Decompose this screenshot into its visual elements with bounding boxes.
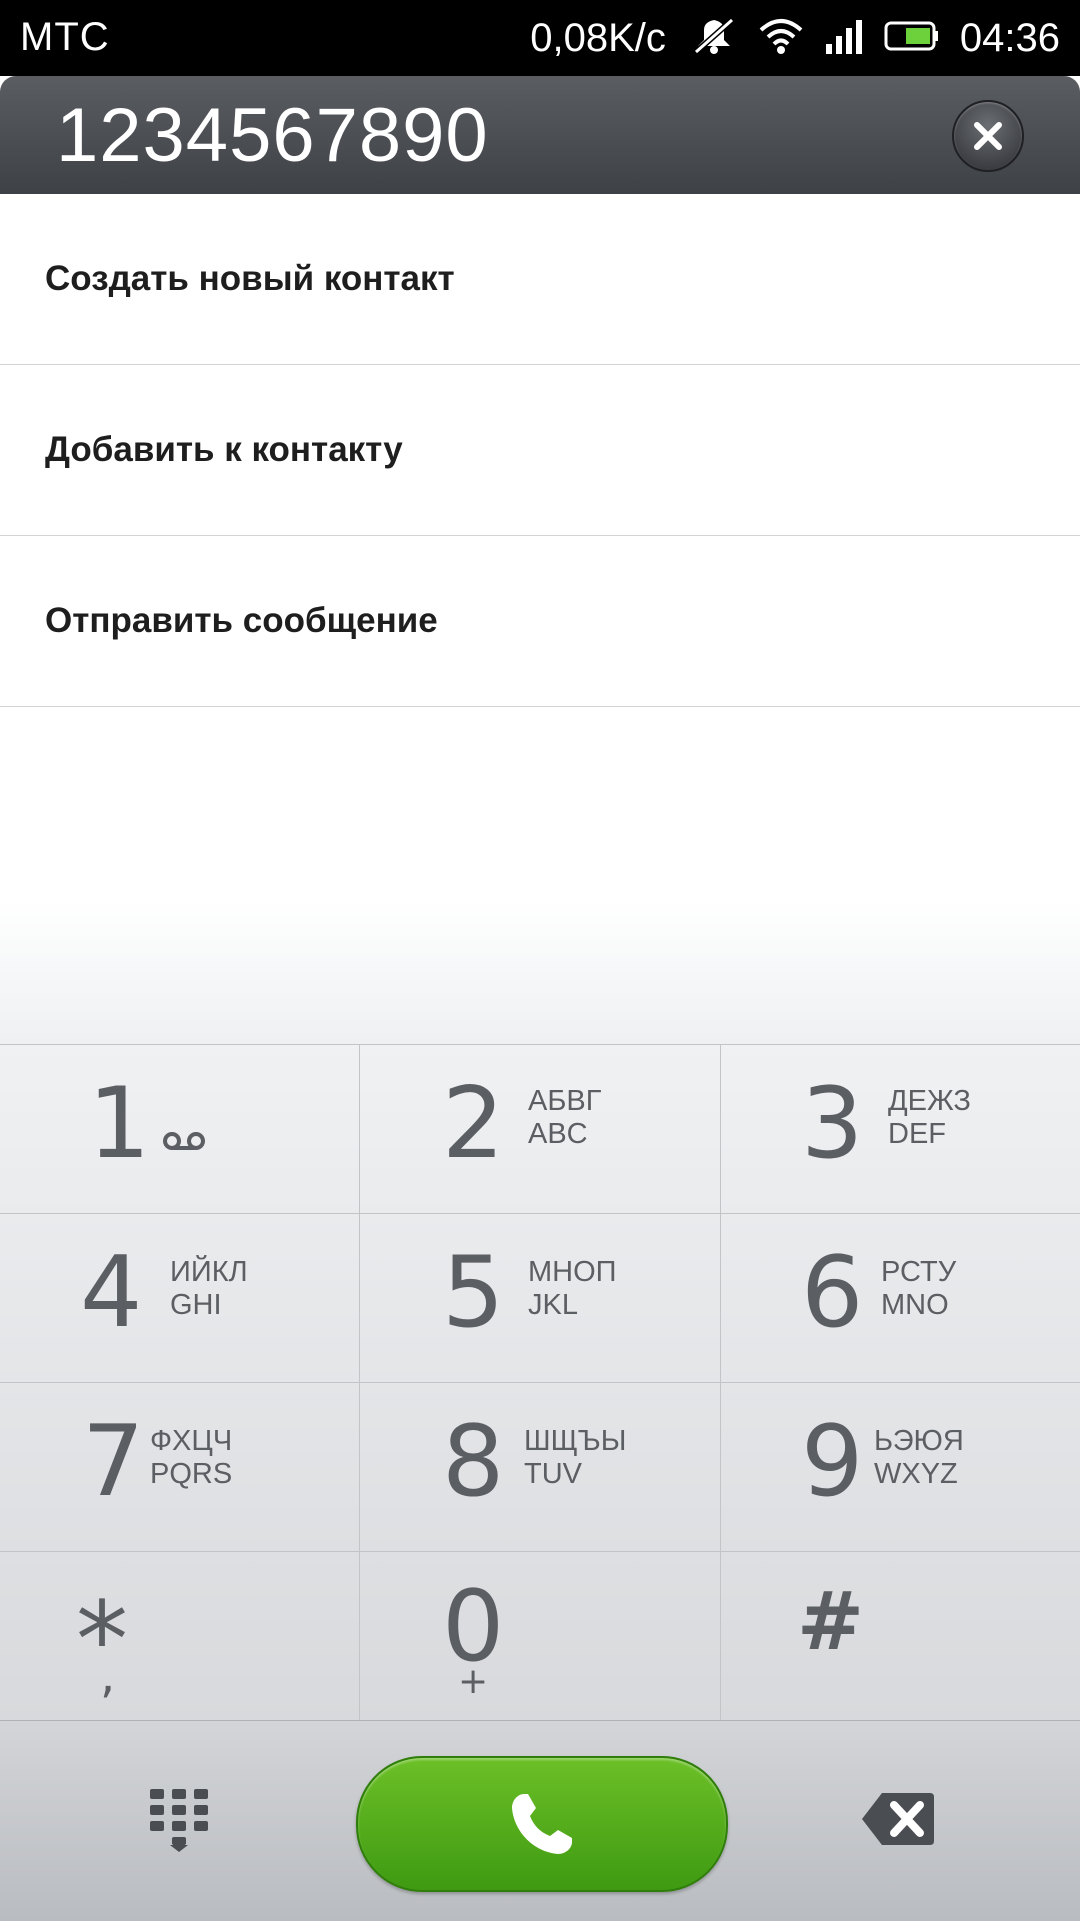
send-message-option[interactable]: Отправить сообщение: [0, 536, 1080, 707]
key-digit: 4: [80, 1236, 143, 1350]
backspace-icon: [862, 1793, 934, 1845]
dial-keypad: 1 2 АБВГ ABC 3 ДЕЖЗ DEF 4 ИЙКЛ GHI 5 МНО…: [0, 1044, 1080, 1721]
key-0[interactable]: 0 +: [360, 1552, 721, 1721]
key-letters: ДЕЖЗ DEF: [888, 1085, 971, 1151]
key-letters: АБВГ ABC: [528, 1085, 601, 1151]
dialer-action-bar: [0, 1720, 1080, 1921]
key-star[interactable]: * ,: [0, 1552, 360, 1721]
key-digit: 7: [82, 1405, 145, 1519]
key-letters: ФХЦЧ PQRS: [150, 1425, 232, 1491]
status-right: 0,08K/c 04:36: [530, 0, 1060, 76]
key-letters-ru: ИЙКЛ: [170, 1256, 248, 1288]
key-letters: РСТУ MNO: [881, 1256, 956, 1322]
key-2[interactable]: 2 АБВГ ABC: [360, 1045, 721, 1214]
key-letters-en: JKL: [528, 1289, 578, 1321]
status-bar: МТС 0,08K/c 04:36: [0, 0, 1080, 76]
key-letters: ШЩЪЫ TUV: [524, 1425, 626, 1491]
create-contact-option[interactable]: Создать новый контакт: [0, 194, 1080, 365]
key-sub: +: [458, 1661, 489, 1702]
net-speed: 0,08K/c: [530, 15, 666, 60]
key-letters: МНОП JKL: [528, 1256, 617, 1322]
key-letters-ru: ЬЭЮЯ: [874, 1425, 964, 1457]
clear-number-button[interactable]: [952, 100, 1024, 172]
dialed-number[interactable]: 1234567890: [56, 92, 489, 179]
keypad-fade: [0, 900, 1080, 1045]
key-letters-ru: МНОП: [528, 1256, 617, 1288]
battery-icon: [884, 20, 940, 57]
key-letters-en: GHI: [170, 1289, 222, 1321]
signal-icon: [824, 16, 864, 61]
key-letters-ru: ДЕЖЗ: [888, 1085, 971, 1117]
key-letters-en: WXYZ: [874, 1458, 958, 1490]
phone-icon: [512, 1794, 572, 1854]
call-button[interactable]: [356, 1756, 728, 1892]
key-digit: 1: [88, 1067, 151, 1181]
number-header: 1234567890: [0, 76, 1080, 194]
voicemail-icon: [162, 1130, 206, 1157]
mute-icon: [690, 16, 738, 61]
key-letters-en: ABC: [528, 1118, 588, 1150]
clock: 04:36: [959, 15, 1060, 60]
key-letters: ЬЭЮЯ WXYZ: [874, 1425, 964, 1491]
key-letters-ru: АБВГ: [528, 1085, 602, 1117]
key-sub: ,: [100, 1648, 116, 1704]
key-digit: 2: [442, 1067, 505, 1181]
key-letters-en: DEF: [888, 1118, 946, 1150]
add-to-contact-option[interactable]: Добавить к контакту: [0, 365, 1080, 536]
carrier-name: МТС: [20, 15, 110, 59]
key-5[interactable]: 5 МНОП JKL: [360, 1214, 721, 1383]
key-3[interactable]: 3 ДЕЖЗ DEF: [721, 1045, 1080, 1214]
key-letters-ru: ФХЦЧ: [150, 1425, 233, 1457]
key-letters-en: TUV: [524, 1458, 582, 1490]
key-letters-ru: РСТУ: [881, 1256, 957, 1288]
key-letters-en: MNO: [881, 1289, 949, 1321]
key-letters-en: PQRS: [150, 1458, 233, 1490]
key-digit: 8: [442, 1405, 505, 1519]
key-digit: 6: [801, 1236, 864, 1350]
key-digit: #: [797, 1575, 865, 1668]
backspace-button[interactable]: [860, 1791, 936, 1852]
key-hash[interactable]: #: [721, 1552, 1080, 1721]
option-label: Добавить к контакту: [45, 430, 403, 469]
option-label: Создать новый контакт: [45, 259, 455, 298]
key-letters: ИЙКЛ GHI: [170, 1256, 248, 1322]
wifi-icon: [758, 16, 804, 61]
key-1[interactable]: 1: [0, 1045, 360, 1214]
key-4[interactable]: 4 ИЙКЛ GHI: [0, 1214, 360, 1383]
key-letters-ru: ШЩЪЫ: [524, 1425, 627, 1457]
key-8[interactable]: 8 ШЩЪЫ TUV: [360, 1383, 721, 1552]
key-6[interactable]: 6 РСТУ MNO: [721, 1214, 1080, 1383]
dialpad-toggle-button[interactable]: [148, 1787, 210, 1858]
dialpad-icon: [150, 1789, 208, 1852]
key-digit: 3: [801, 1067, 864, 1181]
key-digit: 9: [801, 1405, 864, 1519]
key-9[interactable]: 9 ЬЭЮЯ WXYZ: [721, 1383, 1080, 1552]
number-options-list: Создать новый контакт Добавить к контакт…: [0, 194, 1080, 707]
key-digit: 5: [442, 1236, 505, 1350]
close-icon: [974, 122, 1002, 150]
key-7[interactable]: 7 ФХЦЧ PQRS: [0, 1383, 360, 1552]
option-label: Отправить сообщение: [45, 601, 438, 640]
